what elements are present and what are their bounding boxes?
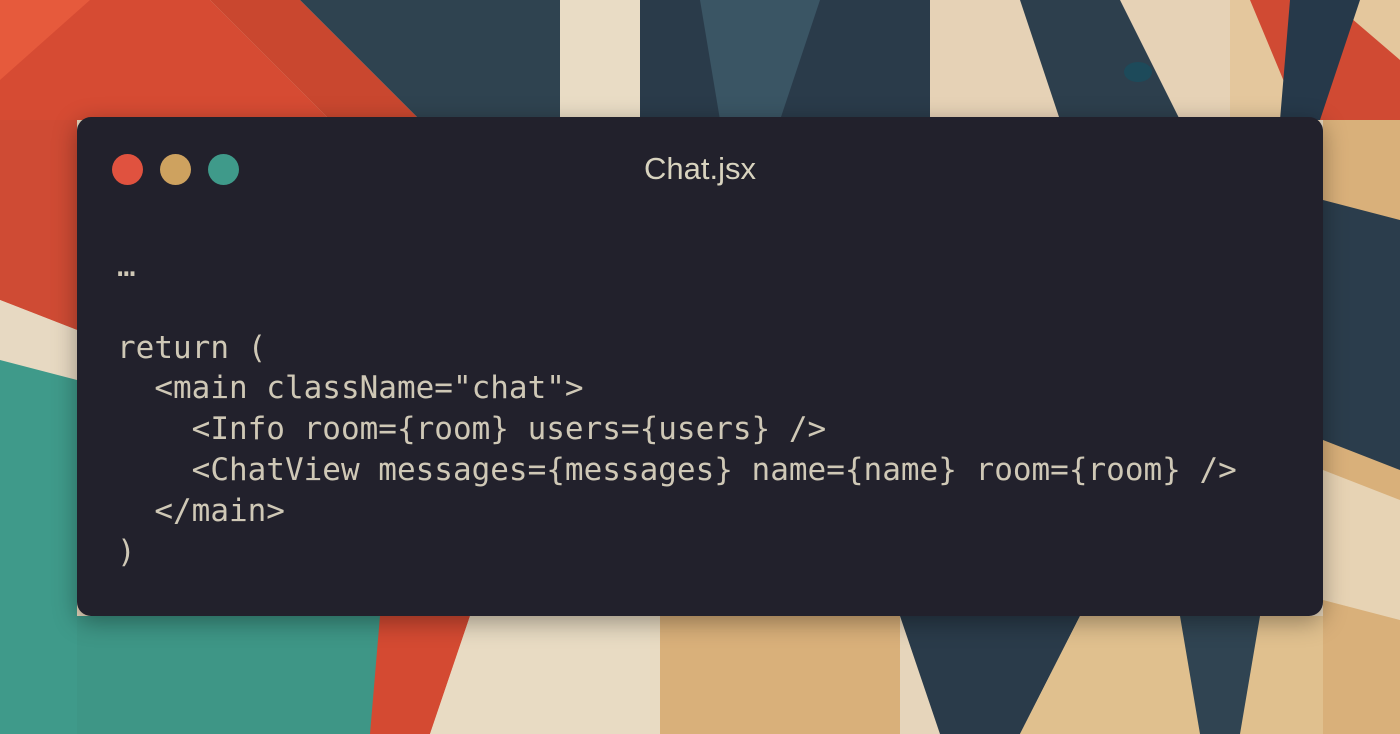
code-line: </main> [117,492,285,529]
code-line: <main className="chat"> [117,370,584,407]
code-line: … [117,248,136,284]
code-block: … return ( <main className="chat"> <Info … [117,246,1237,572]
code-line: ) [117,533,136,570]
window-title: Chat.jsx [644,151,756,186]
code-line: <ChatView messages={messages} name={name… [117,451,1237,488]
code-line: return ( [117,329,267,366]
code-line: <Info room={room} users={users} /> [117,411,827,448]
